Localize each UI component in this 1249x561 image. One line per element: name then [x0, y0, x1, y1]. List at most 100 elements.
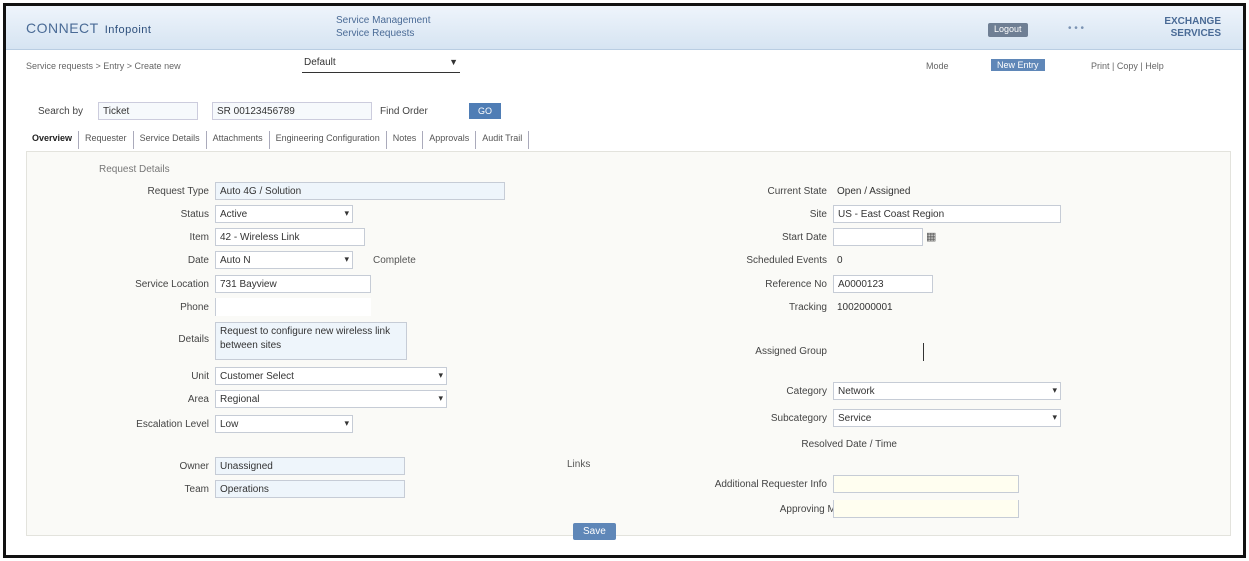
current-state-value: Open / Assigned: [837, 186, 911, 197]
reference-no-field[interactable]: A0000123: [833, 275, 933, 293]
brand-line-2: SERVICES: [1170, 28, 1221, 39]
chevron-down-icon: ▾: [344, 254, 349, 264]
additional-requester-info-field[interactable]: [833, 475, 1019, 493]
escalation-level-label: Escalation Level: [136, 419, 209, 430]
reference-no-label: Reference No: [765, 279, 827, 290]
phone-label: Phone: [180, 302, 209, 313]
item-field[interactable]: 42 - Wireless Link: [215, 228, 365, 246]
app-title: Service Management Service Requests: [336, 14, 431, 40]
tracking-value: 1002000001: [837, 302, 893, 313]
brand-line-1: EXCHANGE: [1164, 16, 1221, 27]
service-location-label: Service Location: [135, 279, 209, 290]
service-location-field[interactable]: 731 Bayview: [215, 275, 371, 293]
tracking-label: Tracking: [789, 302, 827, 313]
category-select[interactable]: Network ▾: [833, 382, 1061, 400]
tab-overview[interactable]: Overview: [26, 131, 80, 149]
request-type-field[interactable]: Auto 4G / Solution: [215, 182, 505, 200]
scheduled-events-value: 0: [837, 255, 843, 266]
status-value: Active: [220, 209, 248, 220]
area-select[interactable]: Regional ▾: [215, 390, 447, 408]
area-value: Regional: [220, 394, 260, 405]
search-by-label: Search by: [38, 106, 84, 117]
unit-value: Customer Select: [220, 371, 294, 382]
status-select[interactable]: Active ▾: [215, 205, 353, 223]
owner-label: Owner: [179, 461, 209, 472]
unit-label: Unit: [191, 371, 209, 382]
assigned-group-field[interactable]: [923, 343, 924, 361]
search-input[interactable]: SR 00123456789: [212, 102, 372, 120]
mode-badge[interactable]: New Entry: [991, 59, 1045, 71]
owner-field[interactable]: Unassigned: [215, 457, 405, 475]
calendar-icon[interactable]: ▦: [926, 230, 936, 243]
item-label: Item: [189, 232, 209, 243]
tab-approvals[interactable]: Approvals: [423, 131, 477, 149]
toolbar-links[interactable]: Print | Copy | Help: [1091, 61, 1164, 71]
tab-attachments[interactable]: Attachments: [207, 131, 270, 149]
subcategory-label: Subcategory: [770, 413, 827, 424]
breadcrumb[interactable]: Service requests > Entry > Create new: [26, 61, 181, 71]
area-label: Area: [187, 394, 209, 405]
date-note: Complete: [373, 255, 416, 266]
approving-manager-field[interactable]: [833, 500, 1019, 518]
logout-button[interactable]: Logout: [988, 23, 1028, 37]
section-title: Request Details: [99, 164, 170, 175]
request-type-label: Request Type: [147, 186, 209, 197]
chevron-down-icon: ▾: [344, 208, 349, 218]
find-order-label: Find Order: [380, 106, 428, 117]
app-title-line-1: Service Management: [336, 15, 431, 26]
app-logo[interactable]: CONNECT Infopoint: [26, 20, 151, 36]
tab-audit-trail[interactable]: Audit Trail: [476, 131, 530, 149]
date-label: Date: [187, 255, 209, 266]
site-field[interactable]: US - East Coast Region: [833, 205, 1061, 223]
scheduled-events-label: Scheduled Events: [746, 255, 827, 266]
team-label: Team: [184, 484, 209, 495]
tab-notes[interactable]: Notes: [387, 131, 424, 149]
escalation-level-value: Low: [220, 419, 239, 430]
subcategory-select[interactable]: Service ▾: [833, 409, 1061, 427]
search-by-select[interactable]: Ticket: [98, 102, 198, 120]
current-state-label: Current State: [767, 186, 827, 197]
category-value: Network: [838, 386, 875, 397]
chevron-down-icon: ▾: [1052, 385, 1057, 395]
escalation-level-select[interactable]: Low ▾: [215, 415, 353, 433]
additional-requester-info-label: Additional Requester Info: [714, 479, 827, 490]
site-label: Site: [809, 209, 827, 220]
mode-label: Mode: [926, 61, 949, 71]
chevron-down-icon: ▾: [438, 370, 443, 380]
app-window: CONNECT Infopoint Service Management Serv…: [3, 3, 1246, 558]
logo-subtitle: Infopoint: [104, 24, 152, 36]
team-field[interactable]: Operations: [215, 480, 405, 498]
tab-requester[interactable]: Requester: [79, 131, 134, 149]
top-navigation-bar: CONNECT Infopoint Service Management Serv…: [6, 6, 1243, 50]
more-icon[interactable]: • • •: [1068, 23, 1084, 34]
sub-toolbar: Service requests > Entry > Create new De…: [6, 54, 1243, 76]
app-title-line-2: Service Requests: [336, 28, 415, 39]
tab-service-details[interactable]: Service Details: [134, 131, 207, 149]
chevron-down-icon: ▼: [449, 57, 458, 67]
category-label: Category: [786, 386, 827, 397]
chevron-down-icon: ▾: [1052, 412, 1057, 422]
unit-select[interactable]: Customer Select ▾: [215, 367, 447, 385]
start-date-label: Start Date: [781, 232, 827, 243]
start-date-field[interactable]: [833, 228, 923, 246]
status-label: Status: [180, 209, 209, 220]
brand-logo: EXCHANGE SERVICES: [1164, 16, 1221, 40]
go-button[interactable]: GO: [469, 103, 502, 119]
date-select[interactable]: Auto N ▾: [215, 251, 353, 269]
chevron-down-icon: ▾: [344, 418, 349, 428]
resolved-date-label: Resolved Date / Time: [801, 439, 897, 450]
view-select-value: Default: [304, 57, 336, 68]
view-select[interactable]: Default ▼: [302, 57, 460, 73]
tab-engineering-configuration[interactable]: Engineering Configuration: [270, 131, 387, 149]
form-panel: Request Details Request Type Auto 4G / S…: [26, 151, 1231, 536]
chevron-down-icon: ▾: [438, 393, 443, 403]
save-button[interactable]: Save: [573, 523, 616, 540]
links-label: Links: [567, 459, 591, 470]
tab-bar: Overview Requester Service Details Attac…: [26, 131, 530, 149]
assigned-group-label: Assigned Group: [755, 346, 827, 357]
details-textarea[interactable]: Request to configure new wireless link b…: [215, 322, 407, 360]
subcategory-value: Service: [838, 413, 872, 424]
date-value: Auto N: [220, 255, 251, 266]
phone-field[interactable]: [215, 298, 371, 316]
details-label: Details: [178, 334, 209, 345]
